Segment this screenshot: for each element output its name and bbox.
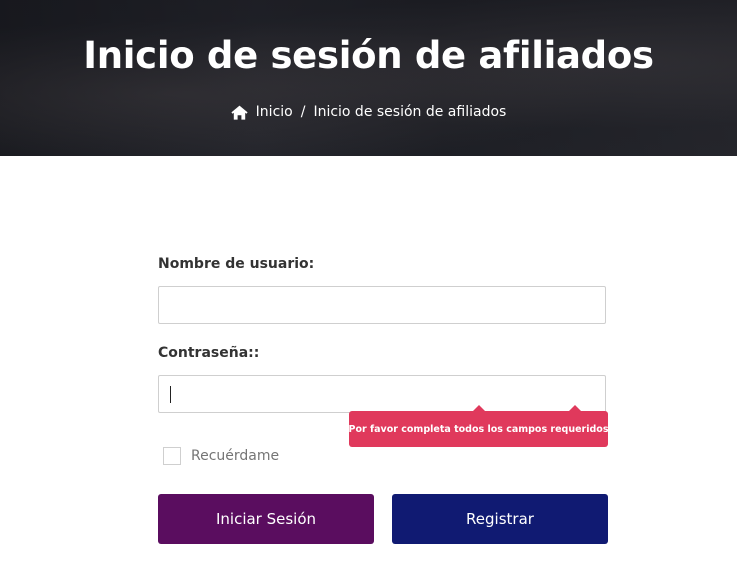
page-header-banner: Inicio de sesión de afiliados Inicio / I… — [0, 0, 737, 156]
page-title: Inicio de sesión de afiliados — [83, 34, 654, 77]
breadcrumb-separator: / — [300, 104, 306, 120]
breadcrumb-home-link[interactable]: Inicio — [256, 104, 293, 120]
password-label: Contraseña:: — [158, 345, 260, 361]
login-button[interactable]: Iniciar Sesión — [158, 494, 374, 544]
password-field-wrapper — [158, 375, 606, 413]
remember-me-label[interactable]: Recuérdame — [191, 448, 279, 464]
tooltip-arrow — [473, 405, 485, 411]
remember-me-row[interactable]: Recuérdame — [163, 447, 279, 465]
breadcrumb: Inicio / Inicio de sesión de afiliados — [0, 104, 737, 120]
username-input[interactable] — [158, 286, 606, 324]
text-cursor — [170, 386, 171, 403]
breadcrumb-current: Inicio de sesión de afiliados — [313, 104, 507, 120]
validation-tooltip: ¡Por favor completa todos los campos req… — [344, 405, 613, 447]
tooltip-arrow — [569, 405, 581, 411]
validation-message: ¡Por favor completa todos los campos req… — [344, 423, 613, 435]
username-label: Nombre de usuario: — [158, 256, 315, 272]
home-icon[interactable] — [231, 105, 248, 120]
remember-me-checkbox[interactable] — [163, 447, 181, 465]
password-input[interactable] — [158, 375, 606, 413]
register-button[interactable]: Registrar — [392, 494, 608, 544]
